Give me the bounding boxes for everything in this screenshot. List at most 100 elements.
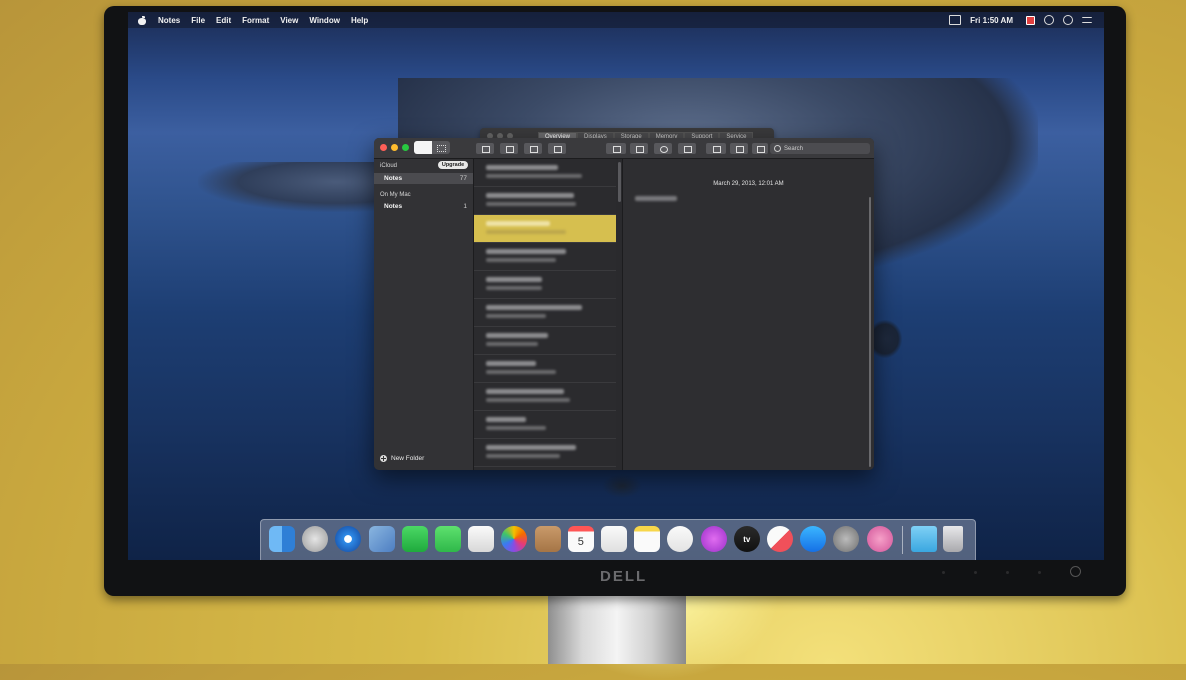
delete-note-button[interactable] <box>524 143 542 154</box>
table-button[interactable] <box>630 143 648 154</box>
minimize-icon[interactable] <box>391 144 398 151</box>
contacts-icon[interactable] <box>534 526 561 552</box>
search-field[interactable]: Search <box>770 143 870 154</box>
photo-icon <box>713 145 721 153</box>
preview-icon[interactable] <box>368 526 395 552</box>
gallery-view-icon[interactable] <box>437 145 446 152</box>
attachments-icon <box>506 145 514 153</box>
menu-app-name[interactable]: Notes <box>158 16 180 25</box>
sidebar-item-mac-notes[interactable]: Notes 1 <box>374 201 473 212</box>
note-preview-blurred <box>486 314 546 318</box>
list-view-icon[interactable] <box>414 141 432 154</box>
notification-icon[interactable] <box>1026 15 1035 25</box>
launchpad-icon[interactable] <box>302 526 329 552</box>
wallpaper-rock-small <box>602 474 642 498</box>
zoom-icon[interactable] <box>402 144 409 151</box>
podcasts-icon[interactable] <box>700 526 727 552</box>
siri-icon[interactable] <box>1063 15 1073 25</box>
note-title-blurred <box>486 333 548 338</box>
menu-window[interactable]: Window <box>309 16 340 25</box>
reminders-icon[interactable] <box>601 526 627 552</box>
power-button <box>1070 566 1081 577</box>
note-list-item[interactable] <box>474 327 616 355</box>
note-list-item[interactable] <box>474 355 616 383</box>
finder-icon[interactable] <box>269 526 295 552</box>
menu-file[interactable]: File <box>191 16 205 25</box>
tv-label: tv <box>743 534 751 544</box>
note-title-blurred <box>486 361 536 366</box>
note-title-blurred <box>486 389 564 394</box>
checklist-button[interactable] <box>654 143 672 154</box>
note-list-item[interactable] <box>474 187 616 215</box>
note-preview-blurred <box>486 370 556 374</box>
upgrade-button[interactable]: Upgrade <box>438 161 468 169</box>
facetime-icon[interactable] <box>401 526 428 552</box>
note-list-item[interactable] <box>474 271 616 299</box>
note-list-item[interactable] <box>474 411 616 439</box>
note-list-item[interactable] <box>474 299 616 327</box>
sidebar-item-icloud-notes[interactable]: Notes 77 <box>374 173 473 184</box>
lock-button[interactable] <box>606 143 626 154</box>
collaborate-button[interactable] <box>730 143 748 154</box>
textedit-icon[interactable] <box>468 526 495 552</box>
note-title-blurred <box>486 221 550 226</box>
menu-help[interactable]: Help <box>351 16 368 25</box>
note-preview-blurred <box>486 174 582 178</box>
system-preferences-icon[interactable] <box>833 526 860 552</box>
spotlight-search-icon[interactable] <box>1044 15 1054 25</box>
note-list-item[interactable] <box>474 215 616 243</box>
music-icon[interactable] <box>667 526 694 552</box>
display-mirroring-icon[interactable] <box>949 15 962 25</box>
checklist-icon <box>660 145 668 153</box>
view-toggle[interactable] <box>414 141 450 154</box>
news-icon[interactable] <box>767 526 793 552</box>
menubar-clock[interactable]: Fri 1:50 AM <box>970 16 1013 25</box>
note-title-blurred <box>486 249 566 254</box>
apple-menu-icon[interactable] <box>138 15 146 25</box>
folder-label: Notes <box>384 203 403 210</box>
lock-icon <box>613 145 621 153</box>
folder-label: Notes <box>384 175 403 182</box>
calendar-icon[interactable]: 5 <box>567 526 594 552</box>
sidebar-toggle-button[interactable] <box>476 143 494 154</box>
tv-icon[interactable]: tv <box>733 526 760 552</box>
app-store-icon[interactable] <box>800 526 827 552</box>
trash-icon <box>530 145 538 153</box>
note-list-item[interactable] <box>474 159 616 187</box>
share-button[interactable] <box>752 143 768 154</box>
photos-icon[interactable] <box>501 526 528 552</box>
note-date: March 29, 2013, 12:01 AM <box>713 181 784 187</box>
note-editor[interactable]: March 29, 2013, 12:01 AM <box>623 159 874 470</box>
trash-icon[interactable] <box>943 526 963 552</box>
menu-view[interactable]: View <box>280 16 298 25</box>
menu-bar: Notes File Edit Format View Window Help … <box>128 12 1104 28</box>
new-note-button[interactable] <box>548 143 566 154</box>
menu-edit[interactable]: Edit <box>216 16 231 25</box>
safari-icon[interactable] <box>335 526 362 552</box>
note-title-blurred <box>486 445 576 450</box>
notes-list-scrollbar[interactable] <box>618 162 621 202</box>
dock-separator <box>902 526 903 554</box>
format-button[interactable] <box>678 143 696 154</box>
note-list-item[interactable] <box>474 383 616 411</box>
feedback-icon[interactable] <box>866 526 893 552</box>
note-preview-blurred <box>486 202 576 206</box>
downloads-folder-icon[interactable] <box>911 526 937 552</box>
share-icon <box>757 145 765 153</box>
control-center-icon[interactable] <box>1082 17 1092 23</box>
icloud-header: iCloud <box>380 163 398 169</box>
note-list-item[interactable] <box>474 439 616 467</box>
note-body-text-blurred[interactable] <box>635 196 677 201</box>
close-icon[interactable] <box>380 144 387 151</box>
note-list-item[interactable] <box>474 243 616 271</box>
messages-icon[interactable] <box>435 526 461 552</box>
attachments-button[interactable] <box>500 143 518 154</box>
notes-icon[interactable] <box>634 526 661 552</box>
new-folder-button[interactable]: New Folder <box>380 455 424 462</box>
note-preview-blurred <box>486 258 556 262</box>
editor-scrollbar[interactable] <box>869 197 871 467</box>
note-preview-blurred <box>486 398 570 402</box>
menu-format[interactable]: Format <box>242 16 269 25</box>
note-preview-blurred <box>486 454 560 458</box>
media-button[interactable] <box>706 143 726 154</box>
